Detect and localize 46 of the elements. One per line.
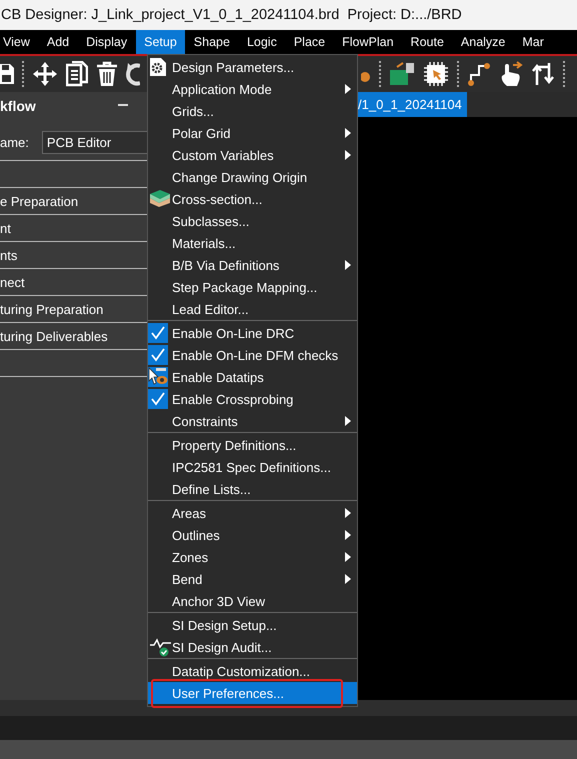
menu-item[interactable]: Property Definitions... (148, 434, 357, 456)
menu-bar-item[interactable]: Add (38, 30, 78, 54)
hand-icon[interactable] (499, 61, 523, 87)
document-tab[interactable]: /1_0_1_20241104 (358, 92, 467, 117)
undo-icon[interactable] (126, 61, 140, 87)
menu-bar-item[interactable]: FlowPlan (334, 30, 402, 54)
window-title: CB Designer: J_Link_project_V1_0_1_20241104.brd Project: D:.../BRD (1, 7, 462, 23)
menu-bar-item[interactable]: Display (78, 30, 136, 54)
menu-item[interactable]: Constraints (148, 410, 357, 432)
menu-item[interactable]: Grids... (148, 100, 357, 122)
menu-item[interactable]: Design Parameters... (148, 56, 357, 78)
menu-item[interactable]: IPC2581 Spec Definitions... (148, 456, 357, 478)
menu-bar-item[interactable]: Route (402, 30, 452, 54)
menu-item[interactable]: SI Design Setup... (148, 614, 357, 636)
panel-title: kflow (0, 98, 36, 114)
copy-icon[interactable] (66, 61, 88, 87)
swap-arrows-icon[interactable] (531, 61, 555, 87)
minimize-icon[interactable] (118, 104, 128, 108)
menu-bar-item[interactable]: View (0, 30, 38, 54)
trash-icon[interactable] (96, 61, 118, 87)
menu-item[interactable]: SI Design Audit... (148, 636, 357, 658)
menu-item[interactable]: Anchor 3D View (148, 590, 357, 612)
menu-item[interactable]: Enable Datatips (148, 366, 357, 388)
name-label: ame: (0, 134, 29, 150)
menu-bar-item[interactable]: Analyze (452, 30, 514, 54)
move-icon[interactable] (32, 61, 58, 87)
save-icon[interactable] (0, 61, 14, 87)
menu-item[interactable]: Define Lists... (148, 478, 357, 500)
menu-item[interactable]: Areas (148, 502, 357, 524)
menu-bar-item[interactable]: Mar (514, 30, 552, 54)
route-icon[interactable] (467, 61, 491, 87)
menu-item[interactable]: Change Drawing Origin (148, 166, 357, 188)
menu-bar-item[interactable]: Setup (136, 30, 185, 54)
menu-item[interactable]: Datatip Customization... (148, 660, 357, 682)
menu-item[interactable]: Zones (148, 546, 357, 568)
chip-icon[interactable] (423, 61, 449, 87)
menu-item[interactable]: Outlines (148, 524, 357, 546)
menu-bar-item[interactable]: Place (286, 30, 334, 54)
menu-bar-item[interactable]: Shape (186, 30, 238, 54)
menu-item[interactable]: Application Mode (148, 78, 357, 100)
board-icon[interactable] (389, 61, 415, 87)
menu-bar-item[interactable]: Logic (238, 30, 285, 54)
menu-item[interactable]: Bend (148, 568, 357, 590)
waveform-check-icon (149, 637, 173, 657)
menu-item[interactable]: Enable Crossprobing (148, 388, 357, 410)
layer-stack-icon (149, 189, 171, 207)
